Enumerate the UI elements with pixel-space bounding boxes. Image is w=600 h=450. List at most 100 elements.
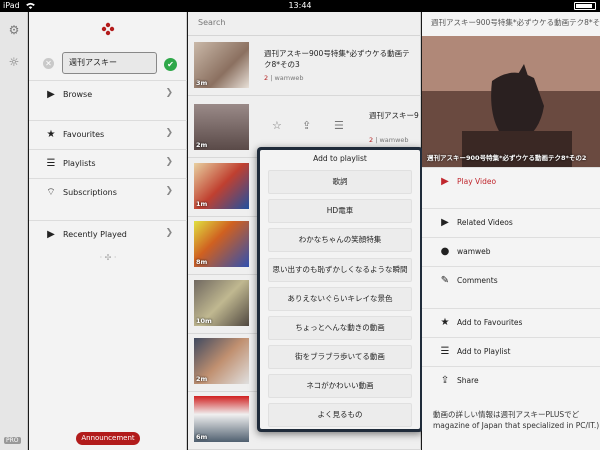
video-player[interactable]: 週刊アスキー900号特集*必ずウケる動画テク8*その2: [422, 36, 600, 167]
video-thumbnail: 2m: [194, 104, 249, 150]
duration-label: 2m: [196, 141, 208, 149]
related-videos-button[interactable]: ▶ Related Videos: [422, 208, 600, 237]
video-thumbnail: 3m: [194, 42, 249, 88]
user-icon: ●: [440, 246, 450, 257]
sidebar-item-recently-played[interactable]: ▶ Recently Played ❯: [29, 220, 187, 248]
list-item[interactable]: 3m 週刊アスキー900号特集*必ずウケる動画テク8*その3 2 | wamwe…: [188, 38, 421, 96]
video-title: 週刊アスキー900号特集*必ずウケる動画テク8*その2: [369, 111, 419, 120]
action-label: Share: [457, 376, 479, 385]
confirm-check-icon[interactable]: ✔: [164, 58, 177, 71]
popover-content: Add to playlist 歌詞 HD電車 わかなちゃんの笑顔特集 思い出す…: [260, 150, 420, 429]
video-thumbnail: 1m: [194, 163, 249, 209]
video-frame-image: [422, 36, 600, 167]
play-icon: ▶: [441, 176, 449, 187]
sidebar: ✕ 週刊アスキー ✔ ▶ Browse ❯ ★ Favourites ❯ ☰ P…: [29, 12, 187, 450]
status-bar: iPad 13:44: [0, 0, 600, 12]
add-to-favourites-button[interactable]: ★ Add to Favourites: [422, 308, 600, 337]
duration-label: 3m: [196, 79, 208, 87]
list-icon: ☰: [440, 346, 450, 357]
action-label: Add to Favourites: [457, 318, 523, 327]
gear-icon[interactable]: ⚙: [8, 24, 20, 36]
add-to-playlist-button[interactable]: ☰ Add to Playlist: [422, 337, 600, 366]
video-title: 週刊アスキー900号特集*必ずウケる動画テク8*その3: [264, 49, 410, 69]
action-label: Add to Playlist: [457, 347, 511, 356]
sidebar-search-field[interactable]: 週刊アスキー: [62, 52, 157, 74]
action-label: wamweb: [457, 247, 491, 256]
action-label: Play Video: [457, 177, 497, 186]
duration-label: 1m: [196, 200, 208, 208]
row-actions: ☆ ⇪ ☰: [270, 117, 360, 137]
video-thumbnail: 2m: [194, 338, 249, 384]
share-icon[interactable]: ⇪: [302, 119, 311, 132]
sidebar-item-browse[interactable]: ▶ Browse ❯: [29, 80, 187, 108]
popover-title: Add to playlist: [313, 154, 367, 163]
chevron-right-icon: ❯: [165, 88, 173, 98]
author-button[interactable]: ● wamweb: [422, 237, 600, 266]
chevron-right-icon: ❯: [165, 186, 173, 196]
brightness-icon[interactable]: ☼: [8, 56, 20, 68]
playlist-option[interactable]: ちょっとへんな動きの動画: [268, 316, 412, 340]
duration-label: 8m: [196, 258, 208, 266]
playlist-option[interactable]: わかなちゃんの笑顔特集: [268, 228, 412, 252]
video-thumbnail: 10m: [194, 280, 249, 326]
wifi-icon: ⌔: [46, 187, 56, 198]
sidebar-item-playlists[interactable]: ☰ Playlists ❯: [29, 149, 187, 177]
app-logo: [29, 16, 187, 42]
playlist-option[interactable]: 街をブラブラ歩いてる動画: [268, 345, 412, 369]
video-icon: ▶: [47, 89, 55, 100]
video-count: 2: [369, 136, 374, 144]
detail-pane: 週刊アスキー900号特集*必ずウケる動画テク8*その 週刊アスキー900号特集*…: [422, 12, 600, 450]
playlist-option[interactable]: 思い出すのも恥ずかしくなるような瞬間: [268, 258, 412, 282]
description-line: magazine of Japan that specialized in PC…: [433, 421, 600, 430]
sidebar-item-subscriptions[interactable]: ⌔ Subscriptions ❯: [29, 178, 187, 206]
detail-title: 週刊アスキー900号特集*必ずウケる動画テク8*その: [431, 18, 600, 27]
chevron-right-icon: ❯: [165, 157, 173, 167]
search-input[interactable]: Search: [188, 12, 421, 36]
video-count: 2: [264, 74, 269, 82]
list-icon: ☰: [46, 158, 56, 169]
duration-label: 10m: [196, 317, 212, 325]
video-author: wamweb: [274, 74, 304, 82]
video-author: wamweb: [379, 136, 409, 144]
pro-badge: PRO: [4, 437, 21, 444]
comments-button[interactable]: ✎ Comments: [422, 266, 600, 295]
announcement-button[interactable]: Announcement: [76, 432, 140, 445]
video-thumbnail: 8m: [194, 221, 249, 267]
sidebar-item-label: Recently Played: [63, 230, 127, 239]
clock: 13:44: [288, 1, 312, 10]
chevron-right-icon: ❯: [165, 228, 173, 238]
share-icon: ⇪: [440, 375, 450, 386]
divider-ornament: · ✣ ·: [99, 253, 117, 262]
logo-icon: [101, 22, 115, 36]
chevron-right-icon: ❯: [165, 128, 173, 138]
action-label: Related Videos: [457, 218, 513, 227]
share-button[interactable]: ⇪ Share: [422, 366, 600, 395]
video-description: 動画の詳しい情報は週刊アスキーPLUSでど magazine of Japan …: [433, 409, 600, 431]
video-icon: ▶: [47, 229, 55, 240]
playlist-option[interactable]: 歌詞: [268, 170, 412, 194]
playlist-option[interactable]: HD電車: [268, 199, 412, 223]
left-rail: ⚙ ☼ PRO: [0, 12, 28, 450]
sidebar-item-label: Subscriptions: [63, 188, 117, 197]
add-to-playlist-icon[interactable]: ☰: [334, 119, 344, 132]
favourite-star-icon[interactable]: ☆: [272, 119, 282, 132]
action-label: Comments: [457, 276, 498, 285]
sidebar-item-label: Browse: [63, 90, 93, 99]
play-video-button[interactable]: ▶ Play Video: [422, 167, 600, 196]
video-thumbnail: 6m: [194, 396, 249, 442]
video-icon: ▶: [441, 217, 449, 228]
playlist-option[interactable]: よく見るもの: [268, 403, 412, 427]
star-icon: ★: [440, 317, 450, 328]
clear-search-icon[interactable]: ✕: [43, 58, 54, 69]
player-caption: 週刊アスキー900号特集*必ずウケる動画テク8*その2: [427, 154, 587, 162]
comment-icon: ✎: [440, 275, 450, 286]
playlist-option[interactable]: ありえないぐらいキレイな景色: [268, 287, 412, 311]
playlist-option[interactable]: ネコがかわいい動画: [268, 374, 412, 398]
star-icon: ★: [46, 129, 56, 140]
duration-label: 2m: [196, 375, 208, 383]
description-line: 動画の詳しい情報は週刊アスキーPLUSでど: [433, 410, 580, 419]
video-meta: 2 | wamweb: [264, 74, 304, 82]
sidebar-item-favourites[interactable]: ★ Favourites ❯: [29, 120, 187, 148]
battery-icon: [574, 2, 596, 10]
duration-label: 6m: [196, 433, 208, 441]
